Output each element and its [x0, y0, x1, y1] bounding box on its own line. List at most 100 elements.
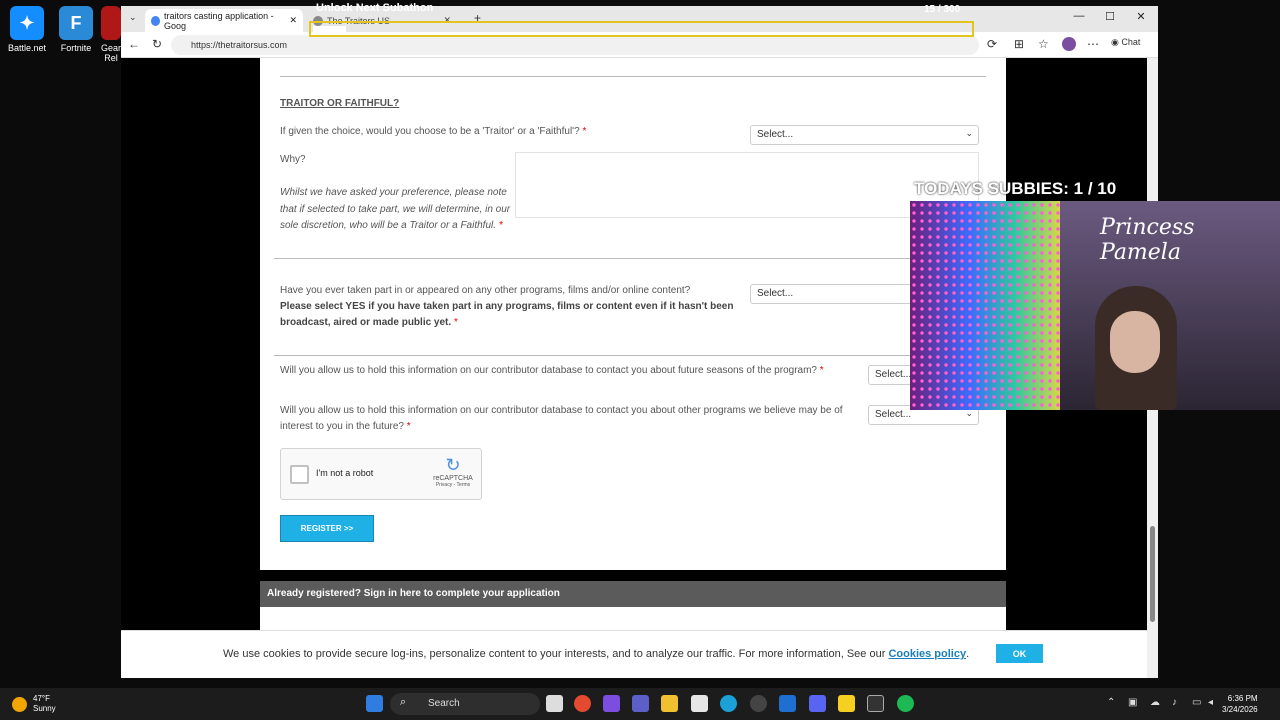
desktop-icon-gear[interactable]: Gear Rel — [101, 6, 121, 63]
spotify-icon[interactable] — [897, 695, 914, 712]
subbies-counter: TODAYS SUBBIES: 1 / 10 — [914, 179, 1117, 198]
sun-icon — [12, 697, 27, 712]
clock[interactable]: 6:36 PM 3/24/2026 — [1222, 693, 1258, 715]
google-icon — [151, 15, 161, 26]
divider — [280, 76, 986, 77]
question-future-seasons: Will you allow us to hold this informati… — [280, 363, 850, 379]
required-mark: * — [582, 126, 587, 137]
select-value: Select... — [757, 129, 794, 140]
cookie-period: . — [966, 648, 970, 660]
discord-icon[interactable] — [809, 695, 826, 712]
traitor-faithful-select[interactable]: Select... ⌄ — [750, 125, 979, 145]
why-label: Why? — [280, 154, 306, 165]
copilot-icon[interactable] — [603, 695, 620, 712]
minimize-icon[interactable]: — — [1064, 10, 1094, 22]
recaptcha-checkbox[interactable] — [290, 465, 309, 484]
section-title: TRAITOR OR FAITHFUL? — [280, 98, 400, 109]
recaptcha-icon: ↻ — [445, 455, 461, 475]
subathon-count: 15 / 300 — [924, 4, 961, 15]
tab-active[interactable]: traitors casting application - Goog ✕ — [145, 9, 303, 32]
question-text: If given the choice, would you choose to… — [280, 126, 580, 137]
clock-date: 3/24/2026 — [1222, 705, 1258, 714]
question-other-programs: Will you allow us to hold this informati… — [280, 403, 865, 435]
taskbar: 47°F Sunny ⌕ Search ⌃ ▣ ☁ ♪ ▭ ◂ 6:36 PM 3… — [0, 688, 1280, 720]
battlenet-taskbar-icon[interactable] — [779, 695, 796, 712]
webcam-overlay: Princess Pamela — [910, 201, 1280, 410]
maximize-icon[interactable]: ☐ — [1095, 10, 1125, 23]
cloud-icon[interactable]: ☁ — [1150, 697, 1160, 708]
store-icon[interactable] — [691, 695, 708, 712]
question-text: Have you ever taken part in or appeared … — [280, 285, 691, 296]
close-window-icon[interactable]: ✕ — [1126, 10, 1156, 23]
question-traitor-faithful: If given the choice, would you choose to… — [280, 124, 740, 140]
cookie-ok-button[interactable]: OK — [996, 644, 1043, 663]
teams-icon[interactable] — [632, 695, 649, 712]
edge-icon[interactable] — [720, 695, 737, 712]
start-icon[interactable] — [366, 695, 383, 712]
search-icon: ⌕ — [400, 696, 407, 708]
url-field[interactable]: https://thetraitorsus.com — [171, 35, 979, 55]
mic-icon[interactable]: ♪ — [1172, 697, 1177, 708]
terminal-icon[interactable] — [867, 695, 884, 712]
fortnite-icon: F — [59, 6, 93, 40]
question-text: Will you allow us to hold this informati… — [280, 365, 817, 376]
question-previous-programs: Have you ever taken part in or appeared … — [280, 283, 745, 331]
desktop-icon-label: Fortnite — [60, 43, 92, 53]
register-button[interactable]: REGISTER >> — [280, 515, 374, 542]
desktop-icon-label: Battle.net — [7, 43, 47, 53]
why-note: Whilst we have asked your preference, pl… — [280, 185, 512, 235]
copilot-chat-button[interactable]: ◉ Chat — [1111, 37, 1140, 48]
chrome-icon[interactable] — [574, 695, 591, 712]
select-value: Select... — [757, 288, 794, 299]
select-value: Select... — [875, 409, 912, 420]
file-explorer-icon[interactable] — [661, 695, 678, 712]
tab-list-icon[interactable]: ⌄ — [129, 12, 137, 23]
gear-app-icon — [101, 6, 121, 40]
cookie-message: We use cookies to provide secure log-ins… — [223, 648, 886, 660]
back-icon[interactable]: ← — [128, 37, 140, 51]
streamer-name: Princess Pamela — [1100, 215, 1195, 265]
led-wall — [910, 201, 1060, 410]
form-panel: TRAITOR OR FAITHFUL? If given the choice… — [260, 58, 1006, 570]
recaptcha-links[interactable]: Privacy - Terms — [433, 482, 473, 488]
question-emphasis: Please select YES if you have taken part… — [280, 301, 734, 328]
chevron-up-icon[interactable]: ⌃ — [1107, 697, 1115, 708]
more-menu-icon[interactable]: ⋯ — [1087, 37, 1099, 51]
volume-icon[interactable]: ◂ — [1208, 697, 1213, 708]
search-label: Search — [428, 698, 460, 709]
divider — [274, 355, 1006, 356]
cookies-policy-link[interactable]: Cookies policy — [888, 648, 966, 660]
close-tab-icon[interactable]: ✕ — [289, 15, 297, 26]
taskbar-search[interactable]: ⌕ Search — [390, 693, 540, 715]
battlenet-icon: ✦ — [10, 6, 44, 40]
tab-title: traitors casting application - Goog — [164, 10, 274, 31]
weather-condition: Sunny — [33, 704, 56, 713]
chevron-down-icon: ⌄ — [965, 128, 973, 138]
signin-bar[interactable]: Already registered? Sign in here to comp… — [260, 581, 1006, 607]
network-icon[interactable]: ▭ — [1192, 697, 1201, 708]
streamer-face — [1110, 311, 1160, 373]
subathon-title: Unlock Next Subathon — [316, 2, 434, 14]
split-screen-icon[interactable]: ⊞ — [1014, 37, 1024, 51]
task-view-icon[interactable] — [546, 695, 563, 712]
extensions-icon[interactable]: ⟳ — [987, 37, 997, 51]
sticky-notes-icon[interactable] — [838, 695, 855, 712]
desktop-icon-fortnite[interactable]: F Fortnite — [51, 6, 101, 53]
recaptcha-brand: reCAPTCHA — [433, 475, 473, 482]
subathon-progress-bar — [309, 21, 974, 37]
favorites-icon[interactable]: ☆ — [1038, 37, 1049, 51]
subathon-progress-fill — [313, 26, 346, 32]
scrollbar-thumb[interactable] — [1150, 526, 1155, 622]
obs-icon[interactable] — [750, 695, 767, 712]
question-text: Will you allow us to hold this informati… — [280, 405, 843, 432]
desktop-icon-label: Gear — [101, 43, 121, 53]
recaptcha-label: I'm not a robot — [316, 468, 374, 478]
profile-avatar[interactable] — [1062, 37, 1076, 51]
weather-temp: 47°F — [33, 694, 50, 703]
clock-time: 6:36 PM — [1227, 694, 1258, 703]
url-text: https://thetraitorsus.com — [191, 40, 288, 50]
tray-app-icon[interactable]: ▣ — [1128, 697, 1137, 708]
reload-icon[interactable]: ↻ — [152, 37, 162, 51]
select-value: Select... — [875, 369, 912, 380]
desktop-icon-battlenet[interactable]: ✦ Battle.net — [2, 6, 52, 53]
